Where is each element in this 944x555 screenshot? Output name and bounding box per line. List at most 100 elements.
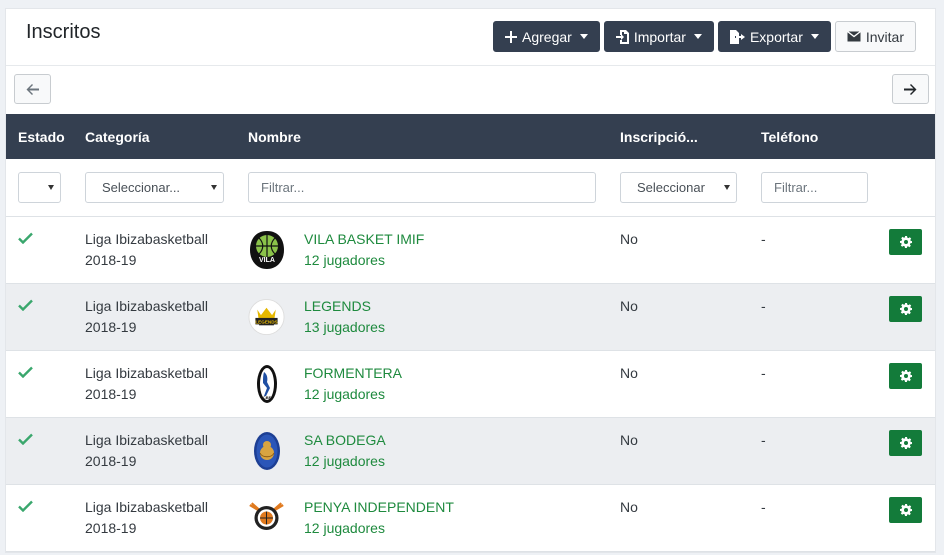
gear-icon	[899, 436, 912, 449]
category-line2: 2018-19	[85, 251, 137, 268]
column-nombre[interactable]: Nombre	[236, 114, 608, 159]
row-settings-button[interactable]	[889, 362, 922, 389]
add-button-label: Agregar	[522, 28, 572, 45]
gear-icon	[899, 302, 912, 315]
phone-value: -	[761, 364, 766, 381]
chevron-down-icon	[579, 34, 588, 39]
inscription-value: No	[620, 364, 638, 381]
inscription-value: No	[620, 498, 638, 515]
gear-icon	[899, 235, 912, 248]
categoria-filter-value: Seleccionar...	[102, 179, 181, 195]
category-line1: Liga Ibizabasketball	[85, 431, 208, 448]
card-header: Inscritos Agregar Importar Exportar Invi…	[6, 9, 935, 66]
invite-button-label: Invitar	[865, 28, 904, 45]
inscripcion-filter-select[interactable]: Seleccionar	[620, 171, 737, 203]
category-line1: Liga Ibizabasketball	[85, 297, 208, 314]
check-icon	[18, 366, 33, 378]
team-players-link[interactable]: 12 jugadores	[304, 250, 424, 271]
chevron-down-icon	[693, 34, 702, 39]
export-button[interactable]: Exportar	[717, 21, 831, 52]
check-icon	[18, 299, 33, 311]
logo-text: LEGENDS	[255, 319, 277, 324]
table-header-row: Estado Categoría Nombre Inscripció... Te…	[6, 114, 935, 159]
page-title: Inscritos	[26, 21, 101, 43]
logo-text: VILA	[259, 257, 275, 264]
inscription-value: No	[620, 431, 638, 448]
gear-icon	[899, 369, 912, 382]
team-players-link[interactable]: 12 jugadores	[304, 518, 454, 539]
import-button-label: Importar	[633, 28, 686, 45]
chevron-down-icon	[211, 184, 217, 190]
inscritos-card: Inscritos Agregar Importar Exportar Invi…	[5, 8, 936, 553]
team-logo-vila: VILA	[248, 230, 285, 270]
inscritos-table: Estado Categoría Nombre Inscripció... Te…	[6, 114, 935, 552]
team-name-link[interactable]: PENYA INDEPENDENT	[304, 497, 454, 518]
next-page-button[interactable]	[892, 74, 929, 104]
table-row: Liga Ibizabasketball 2018-19 CBF FORMENT…	[6, 350, 935, 417]
category-line2: 2018-19	[85, 385, 137, 402]
column-categoria[interactable]: Categoría	[73, 114, 236, 159]
inscripcion-filter-value: Seleccionar	[637, 179, 705, 195]
table-row: Liga Ibizabasketball 2018-19 VILA VILA B…	[6, 216, 935, 283]
filter-row: Seleccionar... Filtrar... Seleccionar Fi…	[6, 159, 935, 216]
import-icon	[615, 29, 629, 44]
envelope-icon	[846, 31, 861, 42]
row-settings-button[interactable]	[889, 295, 922, 322]
team-players-link[interactable]: 12 jugadores	[304, 451, 386, 472]
column-estado[interactable]: Estado	[6, 114, 73, 159]
team-players-link[interactable]: 12 jugadores	[304, 384, 402, 405]
team-logo-sa-bodega	[248, 431, 285, 471]
category-line1: Liga Ibizabasketball	[85, 364, 208, 381]
gear-icon	[899, 503, 912, 516]
logo-text: CBF	[262, 395, 271, 400]
team-name-link[interactable]: LEGENDS	[304, 296, 385, 317]
telefono-filter-input[interactable]: Filtrar...	[761, 171, 868, 203]
categoria-filter-select[interactable]: Seleccionar...	[85, 171, 224, 203]
category-line1: Liga Ibizabasketball	[85, 230, 208, 247]
chevron-down-icon	[724, 184, 730, 190]
add-button[interactable]: Agregar	[493, 21, 600, 52]
chevron-down-icon	[810, 34, 819, 39]
inscription-value: No	[620, 297, 638, 314]
arrow-left-icon	[26, 83, 39, 95]
export-icon	[729, 29, 745, 44]
chevron-down-icon	[48, 184, 54, 190]
team-logo-legends: LEGENDS	[248, 297, 285, 337]
category-line2: 2018-19	[85, 452, 137, 469]
export-button-label: Exportar	[749, 28, 803, 45]
team-logo-formentera: CBF	[248, 364, 285, 404]
import-button[interactable]: Importar	[603, 21, 714, 52]
arrow-right-icon	[904, 83, 917, 95]
inscription-value: No	[620, 230, 638, 247]
estado-filter-select[interactable]	[18, 171, 61, 203]
column-actions	[877, 114, 935, 159]
invite-button[interactable]: Invitar	[834, 21, 916, 52]
table-row: Liga Ibizabasketball 2018-19	[6, 484, 935, 551]
phone-value: -	[761, 498, 766, 515]
nombre-filter-input[interactable]: Filtrar...	[248, 171, 596, 203]
row-settings-button[interactable]	[889, 429, 922, 456]
category-line1: Liga Ibizabasketball	[85, 498, 208, 515]
column-telefono[interactable]: Teléfono	[749, 114, 877, 159]
phone-value: -	[761, 297, 766, 314]
check-icon	[18, 433, 33, 445]
team-players-link[interactable]: 13 jugadores	[304, 317, 385, 338]
row-settings-button[interactable]	[889, 228, 922, 255]
table-row: Liga Ibizabasketball 2018-19 LEGENDS LEG…	[6, 283, 935, 350]
row-settings-button[interactable]	[889, 496, 922, 523]
plus-icon	[505, 30, 518, 43]
team-name-link[interactable]: FORMENTERA	[304, 363, 402, 384]
team-name-link[interactable]: VILA BASKET IMIF	[304, 229, 424, 250]
team-logo-penya-independent	[248, 498, 285, 538]
table-row: Liga Ibizabasketball 2018-19	[6, 417, 935, 484]
team-name-link[interactable]: SA BODEGA	[304, 430, 386, 451]
check-icon	[18, 500, 33, 512]
category-line2: 2018-19	[85, 318, 137, 335]
header-actions: Agregar Importar Exportar Invitar	[493, 21, 916, 52]
category-line2: 2018-19	[85, 519, 137, 536]
column-inscripcion[interactable]: Inscripció...	[608, 114, 749, 159]
prev-page-button[interactable]	[14, 74, 51, 104]
check-icon	[18, 232, 33, 244]
pagination-bar	[6, 66, 935, 114]
phone-value: -	[761, 431, 766, 448]
